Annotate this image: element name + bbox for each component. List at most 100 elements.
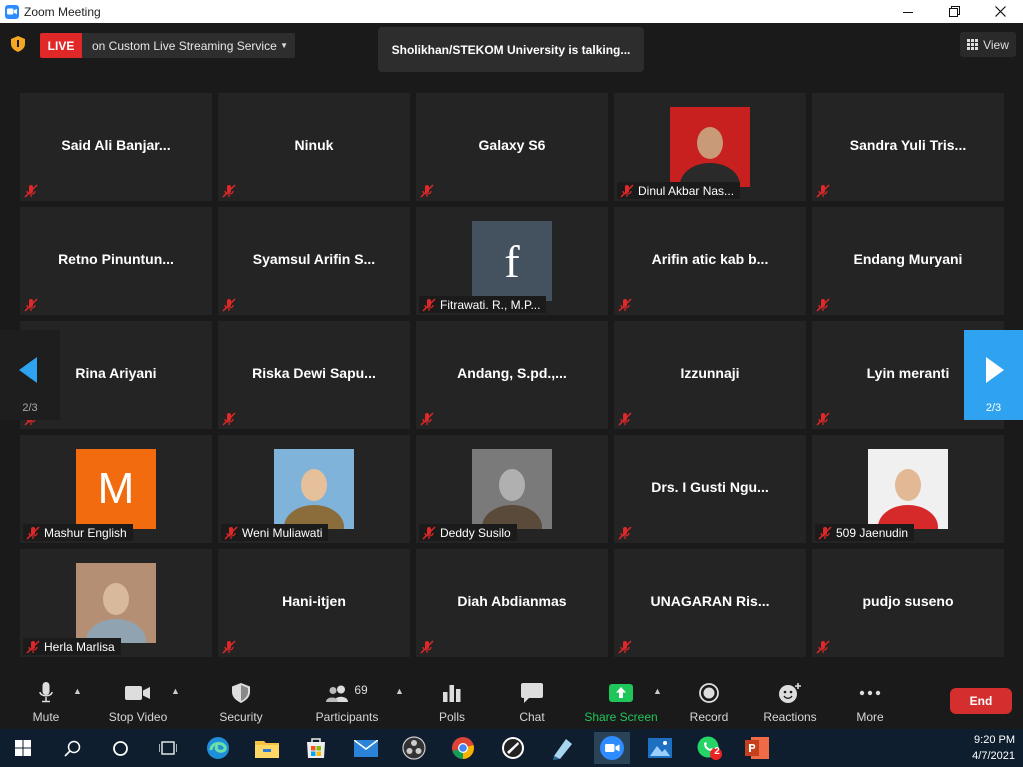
system-clock[interactable]: 9:20 PM 4/7/2021 (972, 732, 1015, 764)
task-view-icon[interactable] (153, 734, 183, 762)
participant-tile[interactable]: Deddy Susilo (416, 435, 608, 543)
participant-tile[interactable]: Hani-itjen (218, 549, 410, 657)
stop-video-label: Stop Video (108, 710, 168, 724)
share-screen-button[interactable]: Share Screen (584, 680, 658, 724)
participant-tile[interactable]: f Fitrawati. R., M.P... (416, 207, 608, 315)
polls-button[interactable]: Polls (436, 680, 468, 724)
participant-name: Dinul Akbar Nas... (638, 183, 735, 198)
security-button[interactable]: Security (218, 680, 264, 724)
avatar-photo-man (670, 107, 750, 187)
maximize-button[interactable] (931, 0, 977, 23)
participant-name: Mashur English (44, 525, 127, 540)
close-button[interactable] (977, 0, 1023, 23)
page-indicator-right: 2/3 (985, 402, 1002, 414)
page-indicator-left: 2/3 (22, 402, 38, 414)
mute-options-caret[interactable]: ▲ (73, 686, 82, 696)
participant-name: Hani-itjen (282, 593, 346, 609)
mail-icon[interactable] (351, 734, 381, 762)
participant-caption: Mashur English (23, 524, 133, 541)
participant-tile[interactable]: Izzunnaji (614, 321, 806, 429)
mute-label: Mute (32, 710, 60, 724)
windows-taskbar: 2 9:20 PM 4/7/2021 (0, 729, 1023, 767)
reactions-button[interactable]: Reactions (762, 680, 818, 724)
participant-tile[interactable]: Arifin atic kab b... (614, 207, 806, 315)
clock-time: 9:20 PM (974, 734, 1015, 746)
inkscape-icon[interactable] (498, 734, 528, 762)
pen-app-icon[interactable] (547, 734, 577, 762)
participant-tile[interactable]: 509 Jaenudin (812, 435, 1004, 543)
view-button[interactable]: View (960, 32, 1016, 57)
participant-tile[interactable]: Endang Muryani (812, 207, 1004, 315)
participant-name: Deddy Susilo (440, 525, 511, 540)
grid-icon (967, 39, 979, 50)
powerpoint-icon[interactable] (742, 734, 772, 762)
muted-mic-icon (26, 525, 40, 540)
participant-name: Ninuk (294, 137, 334, 153)
record-button[interactable]: Record (689, 680, 729, 724)
participant-caption: Dinul Akbar Nas... (617, 182, 741, 199)
muted-mic-icon (816, 412, 830, 426)
muted-mic-icon (618, 640, 632, 654)
participant-tile[interactable]: Drs. I Gusti Ngu... (614, 435, 806, 543)
participant-tile[interactable]: Riska Dewi Sapu... (218, 321, 410, 429)
minimize-button[interactable] (885, 0, 931, 23)
participant-tile[interactable]: M Mashur English (20, 435, 212, 543)
more-dots-icon (859, 690, 881, 696)
muted-mic-icon (618, 412, 632, 426)
obs-studio-icon[interactable] (399, 734, 429, 762)
participant-tile[interactable]: Andang, S.pd.,... (416, 321, 608, 429)
live-badge[interactable]: LIVE (40, 33, 82, 58)
shield-icon[interactable] (11, 36, 25, 52)
participant-tile[interactable]: pudjo suseno (812, 549, 1004, 657)
security-label: Security (219, 710, 263, 724)
clock-date: 4/7/2021 (972, 750, 1015, 762)
muted-mic-icon (422, 297, 436, 312)
zoom-taskbar-icon[interactable] (594, 732, 630, 764)
edge-browser-icon[interactable] (203, 734, 233, 762)
file-explorer-icon[interactable] (252, 734, 282, 762)
stop-video-button[interactable]: Stop Video (107, 680, 169, 724)
record-label: Record (689, 710, 729, 724)
next-page-button[interactable]: 2/3 (964, 330, 1023, 420)
muted-mic-icon (620, 183, 634, 198)
end-meeting-button[interactable]: End (950, 688, 1012, 714)
cortana-icon[interactable] (105, 734, 135, 762)
whatsapp-icon[interactable]: 2 (694, 734, 724, 762)
participant-tile[interactable]: Sandra Yuli Tris... (812, 93, 1004, 201)
participant-tile[interactable]: Galaxy S6 (416, 93, 608, 201)
windows-start-icon[interactable] (8, 734, 38, 762)
participant-tile[interactable]: Dinul Akbar Nas... (614, 93, 806, 201)
chrome-icon[interactable] (448, 734, 478, 762)
participant-caption: Deddy Susilo (419, 524, 517, 541)
microsoft-store-icon[interactable] (301, 734, 331, 762)
participant-caption: Herla Marlisa (23, 638, 121, 655)
muted-mic-icon (224, 525, 238, 540)
participant-tile[interactable]: Weni Muliawati (218, 435, 410, 543)
participant-tile[interactable]: UNAGARAN Ris... (614, 549, 806, 657)
participant-caption: 509 Jaenudin (815, 524, 915, 541)
share-options-caret[interactable]: ▲ (653, 686, 662, 696)
mute-button[interactable]: Mute (30, 680, 62, 724)
participant-tile[interactable]: Retno Pinuntun... (20, 207, 212, 315)
title-bar: Zoom Meeting (0, 0, 1023, 23)
live-stream-dropdown[interactable]: on Custom Live Streaming Service ▼ (82, 33, 295, 58)
video-options-caret[interactable]: ▲ (171, 686, 180, 696)
participant-tile[interactable]: Herla Marlisa (20, 549, 212, 657)
participants-options-caret[interactable]: ▲ (395, 686, 404, 696)
zoom-app-icon (5, 4, 19, 19)
muted-mic-icon (222, 640, 236, 654)
search-icon[interactable] (57, 734, 87, 762)
participant-tile[interactable]: Syamsul Arifin S... (218, 207, 410, 315)
participant-tile[interactable]: Said Ali Banjar... (20, 93, 212, 201)
view-label: View (983, 37, 1009, 52)
previous-page-button[interactable]: 2/3 (0, 330, 60, 420)
participant-tile[interactable]: Ninuk (218, 93, 410, 201)
participant-tile[interactable]: Diah Abdianmas (416, 549, 608, 657)
avatar-photo-woman (274, 449, 354, 529)
avatar-facebook-icon: f (472, 221, 552, 301)
more-button[interactable]: More (854, 680, 886, 724)
photos-icon[interactable] (645, 734, 675, 762)
participants-button[interactable]: 69 Participants (314, 680, 380, 724)
participant-grid: Said Ali Banjar... Ninuk Galaxy S6 Dinul Ak… (20, 93, 1004, 657)
chat-button[interactable]: Chat (516, 680, 548, 724)
